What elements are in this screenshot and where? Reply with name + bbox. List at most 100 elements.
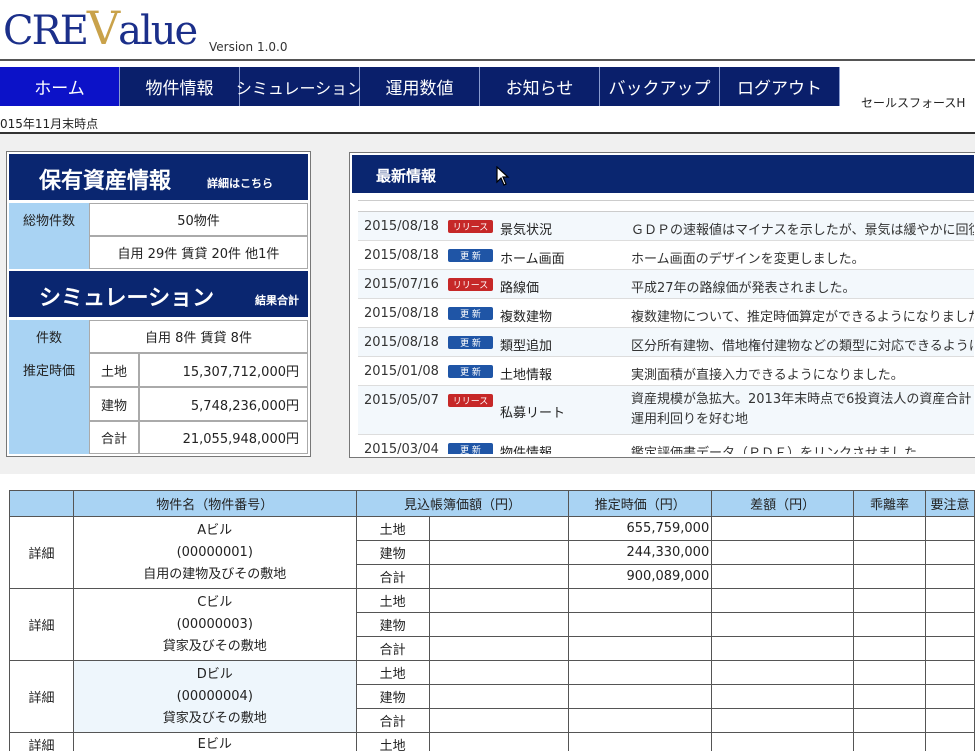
estimated-value-cell: 655,759,000 [568,516,713,541]
column-header-caution[interactable]: 要注意 [924,490,975,517]
book-value-cell [428,636,570,661]
simulation-panel-title: シミュレーション [39,286,215,311]
deviation-rate-cell [853,636,926,661]
deviation-rate-cell [853,588,926,613]
news-item[interactable]: 2015/01/08 更 新土地情報 実測面積が直接入力できるようになりました。 [358,357,974,386]
deviation-rate-cell [853,660,926,685]
news-list[interactable]: 2015/08/18 リリース 景気状況 ＧＤＰの速報値はマイナスを示したが、景気は緩… [358,200,974,454]
caution-cell [924,660,975,685]
news-item[interactable]: 2015/03/04 更 新物件情報 鑑定評価書データ（ＰＤＦ）をリンクさせました [358,435,974,454]
simulation-total-link[interactable]: 結果合計 [255,292,299,308]
estimate-kind-land: 土地 [89,353,139,387]
news-item[interactable]: 2015/08/18 更 新ホーム画面 ホーム画面のデザインを変更しました。 [358,241,974,270]
difference-cell [711,732,855,751]
news-item-text: 資産規模が急拡大。2013年末時点で6投資法人の資産合計 運用利回りを好む地 [631,392,972,427]
row-kind-label: 土地 [355,732,430,751]
book-value-cell [428,588,570,613]
news-item[interactable]: 2015/08/18 更 新複数建物 複数建物について、推定時価算定ができるようにな… [358,299,974,328]
caution-cell [924,612,975,637]
news-item[interactable]: 2015/05/07 リリース 私募リート 資産規模が急拡大。2013年末時点で6投資… [358,386,974,435]
asset-summary-panel: 保有資産情報 詳細はこちら 総物件数 50物件 自用 29件 賃貸 20件 他1… [6,151,311,457]
total-count-breakdown: 自用 29件 賃貸 20件 他1件 [89,236,308,269]
deviation-rate-cell [853,564,926,589]
asset-panel-header: 保有資産情報 詳細はこちら [9,154,308,200]
property-name-cell: Eビル [72,732,357,751]
detail-link[interactable]: 詳細 [9,588,74,661]
detail-link[interactable]: 詳細 [9,732,74,751]
caution-cell [924,564,975,589]
logo-text-v: V [86,1,120,55]
news-item-text: ホーム画面のデザインを変更しました。 [631,252,865,267]
property-number: (00000001) [176,544,253,560]
header-divider [0,59,975,61]
table-row: 詳細 Eビル 土地 [9,732,975,751]
book-value-cell [428,684,570,709]
property-number: (00000003) [176,616,253,632]
row-kind-label: 合計 [355,636,430,661]
news-item[interactable]: 2015/07/16 リリース 路線価 平成27年の路線価が発表されました。 [358,270,974,299]
nav-item-operation-figures[interactable]: 運用数値 [360,67,480,106]
nav-item-logout[interactable]: ログアウト [720,67,840,106]
detail-link[interactable]: 詳細 [9,660,74,733]
nav-item-backup[interactable]: バックアップ [600,67,720,106]
caution-cell [924,684,975,709]
book-value-cell [428,612,570,637]
row-kind-label: 土地 [355,588,430,613]
caution-cell [924,540,975,565]
property-name-cell: Cビル (00000003) 貸家及びその敷地 [72,588,357,661]
nav-item-notices[interactable]: お知らせ [480,67,600,106]
news-item-badge: 更 新 [448,365,493,378]
news-list-header [358,201,974,212]
estimate-label: 推定時価 [9,353,89,454]
column-header-difference[interactable]: 差額（円） [711,490,855,517]
asset-panel-title: 保有資産情報 [39,169,172,194]
nav-item-simulation[interactable]: シミュレーション [236,67,363,106]
total-count-label: 総物件数 [9,203,89,269]
nav-item-home[interactable]: ホーム [0,67,120,106]
news-item-date: 2015/05/07 [364,393,439,408]
difference-cell [711,564,855,589]
difference-cell [711,684,855,709]
caution-cell [924,588,975,613]
mouse-cursor-icon [496,166,510,186]
simulation-panel-header: シミュレーション 結果合計 [9,271,308,317]
news-item-text: 区分所有建物、借地権付建物などの類型に対応できるように [631,339,974,354]
news-item-badge: リリース [448,220,493,233]
news-item-text: 平成27年の路線価が発表されました。 [631,281,856,296]
estimated-value-cell [568,660,713,685]
detail-link[interactable]: 詳細 [9,516,74,589]
property-name-cell: Dビル (00000004) 貸家及びその敷地 [72,660,357,733]
table-header-row: 物件名（物件番号） 見込帳簿価額（円） 推定時価（円） 差額（円） 乖離率 要注… [9,490,975,517]
property-number: (00000004) [176,688,253,704]
news-item-date: 2015/08/18 [364,335,439,350]
deviation-rate-cell [853,732,926,751]
asset-details-link[interactable]: 詳細はこちら [207,175,273,191]
row-kind-label: 合計 [355,708,430,733]
news-item-category: 路線価 [500,281,540,296]
book-value-cell [428,708,570,733]
news-item-text: 鑑定評価書データ（ＰＤＦ）をリンクさせました [631,446,918,454]
news-item-date: 2015/08/18 [364,248,439,263]
column-header-deviation-rate[interactable]: 乖離率 [853,490,926,517]
news-item-date: 2015/08/18 [364,219,439,234]
property-table: 物件名（物件番号） 見込帳簿価額（円） 推定時価（円） 差額（円） 乖離率 要注… [9,490,975,751]
sim-count-value: 自用 8件 賃貸 8件 [89,320,308,353]
news-item[interactable]: 2015/08/18 リリース 景気状況 ＧＤＰの速報値はマイナスを示したが、景気は緩… [358,212,974,241]
column-header-estimated-value[interactable]: 推定時価（円） [568,490,713,517]
logo-text-alue: alue [118,8,198,54]
column-header-property-name[interactable]: 物件名（物件番号） [72,490,357,517]
news-item-badge: リリース [448,394,493,407]
news-item-text: 実測面積が直接入力できるようになりました。 [631,368,904,383]
estimate-value-total: 21,055,948,000円 [139,421,308,454]
row-kind-label: 合計 [355,564,430,589]
news-item[interactable]: 2015/08/18 更 新類型追加 区分所有建物、借地権付建物などの類型に対応でき… [358,328,974,357]
nav-item-property-info[interactable]: 物件情報 [120,67,240,106]
estimate-value-building: 5,748,236,000円 [139,387,308,421]
estimated-value-cell [568,708,713,733]
column-header-book-value[interactable]: 見込帳簿価額（円） [355,490,570,517]
main-nav: ホーム 物件情報 シミュレーション 運用数値 お知らせ バックアップ ログアウト [0,67,840,106]
sim-count-label: 件数 [9,320,89,353]
estimate-kind-total: 合計 [89,421,139,454]
property-name: Dビル [196,666,233,682]
difference-cell [711,612,855,637]
